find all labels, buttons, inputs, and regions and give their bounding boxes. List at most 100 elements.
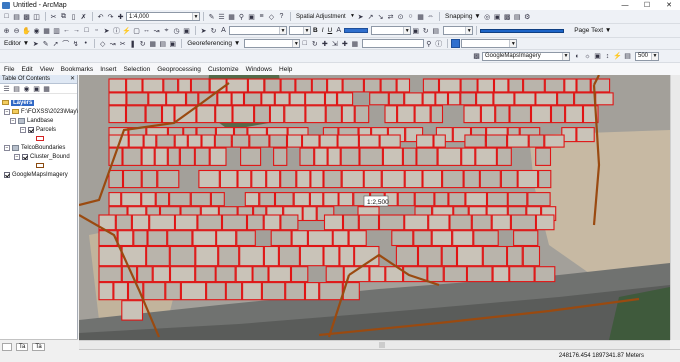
- cluster-checkbox[interactable]: [22, 153, 28, 160]
- chevron-down-icon[interactable]: ▼: [279, 27, 286, 34]
- table-of-contents-icon[interactable]: ☰: [217, 12, 226, 21]
- limited-adjustment-icon[interactable]: ○: [406, 12, 415, 21]
- list-by-drawing-order-icon[interactable]: ☰: [2, 84, 11, 93]
- html-popup-icon[interactable]: ▢: [132, 26, 141, 35]
- undo-icon[interactable]: ↶: [96, 12, 105, 21]
- edge-snapping-icon[interactable]: ▤: [513, 12, 522, 21]
- parcels-checkbox[interactable]: [28, 126, 34, 133]
- pan-icon[interactable]: ✋: [22, 26, 31, 35]
- go-forward-icon[interactable]: →: [72, 26, 81, 35]
- editor-menu[interactable]: Editor ▼: [2, 39, 31, 48]
- toc-layer-imagery[interactable]: GoogleMapsImagery: [4, 170, 68, 179]
- georeferencing-input-combo[interactable]: [362, 39, 425, 48]
- help-icon[interactable]: ?: [277, 12, 286, 21]
- fill-color-swatch[interactable]: [344, 28, 369, 33]
- clear-selection-icon[interactable]: ▫: [92, 26, 101, 35]
- menu-geoprocessing[interactable]: Geoprocessing: [157, 66, 201, 73]
- zoom-out-icon[interactable]: ⊖: [12, 26, 21, 35]
- menu-help[interactable]: Help: [279, 66, 292, 73]
- list-by-source-icon[interactable]: ▤: [12, 84, 21, 93]
- toc-path-row[interactable]: − F:\FOXSS\2023\May\: [4, 107, 78, 116]
- vertex-snapping-icon[interactable]: ▩: [503, 12, 512, 21]
- attribute-transfer-icon[interactable]: ⇔: [426, 12, 435, 21]
- print-icon[interactable]: ◫: [32, 12, 41, 21]
- point-icon[interactable]: •: [81, 39, 90, 48]
- map-display[interactable]: 1:2,500: [79, 75, 670, 340]
- page-text-menu[interactable]: Page Text ▼: [572, 26, 613, 35]
- time-slider-icon[interactable]: ◷: [172, 26, 181, 35]
- new-displacement-link-icon[interactable]: ↗: [366, 12, 375, 21]
- menu-file[interactable]: File: [4, 66, 14, 73]
- flicker-rate-combo[interactable]: 500 ▼: [635, 51, 659, 61]
- fixed-zoom-in-icon[interactable]: ▦: [42, 26, 51, 35]
- underline-button[interactable]: U: [326, 26, 335, 35]
- link-table-icon[interactable]: ▦: [350, 39, 359, 48]
- brightness-icon[interactable]: ☼: [583, 52, 592, 61]
- toc-layer-cluster[interactable]: − Cluster_Bound: [14, 152, 70, 161]
- rotate-raster-icon[interactable]: ↻: [310, 39, 319, 48]
- close-icon[interactable]: ✕: [70, 75, 75, 82]
- go-back-icon[interactable]: ←: [62, 26, 71, 35]
- end-snapping-icon[interactable]: ▣: [493, 12, 502, 21]
- bold-button[interactable]: B: [311, 26, 320, 35]
- imagery-layer-combo[interactable]: GoogleMapsImagery ▼: [482, 51, 570, 61]
- menu-insert[interactable]: Insert: [100, 66, 116, 73]
- cut-icon[interactable]: ✂: [49, 12, 58, 21]
- georeferencing-menu[interactable]: Georeferencing ▼: [185, 39, 242, 48]
- font-color-icon[interactable]: A: [334, 26, 343, 35]
- drawing-arrow-icon[interactable]: ➤: [199, 26, 208, 35]
- transparency-slider[interactable]: [480, 28, 565, 33]
- font-name-combo[interactable]: ▼: [229, 26, 287, 35]
- multiple-displacement-icon[interactable]: ⇄: [386, 12, 395, 21]
- goto-xy-icon[interactable]: ⌖: [162, 26, 171, 35]
- toc-options-icon[interactable]: ▦: [42, 84, 51, 93]
- toc-group-landbase[interactable]: − Landbase: [10, 116, 53, 125]
- save-icon[interactable]: ▩: [22, 12, 31, 21]
- search-icon[interactable]: ⚲: [424, 39, 433, 48]
- cut-polygons-icon[interactable]: ✂: [118, 39, 127, 48]
- layer-color-icon[interactable]: [451, 39, 461, 48]
- collapse-icon[interactable]: −: [10, 117, 16, 124]
- identity-link-icon[interactable]: ⊙: [396, 12, 405, 21]
- chevron-down-icon[interactable]: ▼: [562, 52, 569, 60]
- tab-ta-1[interactable]: Ta: [16, 342, 29, 351]
- full-extent-icon[interactable]: ◉: [32, 26, 41, 35]
- zoom-to-layer-icon[interactable]: ▣: [411, 26, 420, 35]
- flicker-icon[interactable]: ⚡: [613, 52, 622, 61]
- edit-tool-icon[interactable]: ➤: [31, 39, 40, 48]
- collapse-icon[interactable]: −: [4, 144, 10, 151]
- map-scale-combo[interactable]: 1:4,000 ▼: [126, 12, 200, 21]
- arc-segment-icon[interactable]: ⌒: [61, 39, 70, 48]
- tab-ta-2[interactable]: Ta: [32, 342, 45, 351]
- open-folder-icon[interactable]: ▤: [12, 12, 21, 21]
- rotate-feature-icon[interactable]: ↻: [138, 39, 147, 48]
- map-canvas[interactable]: 1:2,500: [79, 75, 670, 340]
- swipe-icon[interactable]: ↕: [603, 52, 612, 61]
- model-builder-icon[interactable]: ◇: [267, 12, 276, 21]
- chevron-down-icon[interactable]: ▼: [192, 13, 199, 20]
- toc-layer-parcels[interactable]: − Parcels: [20, 125, 56, 134]
- fixed-zoom-out-icon[interactable]: ▥: [52, 26, 61, 35]
- shift-raster-icon[interactable]: ✚: [320, 39, 329, 48]
- close-button[interactable]: ✕: [658, 0, 680, 10]
- menu-edit[interactable]: Edit: [21, 66, 32, 73]
- zoom-in-icon[interactable]: ⊕: [2, 26, 11, 35]
- georeferencing-layer-combo[interactable]: ▼: [244, 39, 301, 48]
- view-link-table-icon[interactable]: ▦: [416, 12, 425, 21]
- trace-icon[interactable]: ↯: [71, 39, 80, 48]
- parcels-symbol[interactable]: [36, 136, 44, 141]
- list-by-selection-icon[interactable]: ▣: [32, 84, 41, 93]
- chevron-down-icon[interactable]: ▼: [465, 27, 473, 34]
- snapping-options-icon[interactable]: ⚙: [523, 12, 532, 21]
- list-by-visibility-icon[interactable]: ◉: [22, 84, 31, 93]
- menu-bookmarks[interactable]: Bookmarks: [61, 66, 94, 73]
- text-icon[interactable]: A: [219, 26, 228, 35]
- chevron-down-icon[interactable]: ▼: [509, 40, 517, 47]
- spatial-adjustment-menu[interactable]: Spatial Adjustment ▼: [294, 12, 356, 21]
- point-snapping-icon[interactable]: ◎: [483, 12, 492, 21]
- menu-windows[interactable]: Windows: [246, 66, 272, 73]
- toc-group-telco[interactable]: − TelcoBoundaries: [4, 143, 65, 152]
- select-elements-icon[interactable]: ➤: [356, 12, 365, 21]
- layout-view-icon[interactable]: ▤: [431, 26, 440, 35]
- chevron-down-icon[interactable]: ▼: [651, 52, 658, 60]
